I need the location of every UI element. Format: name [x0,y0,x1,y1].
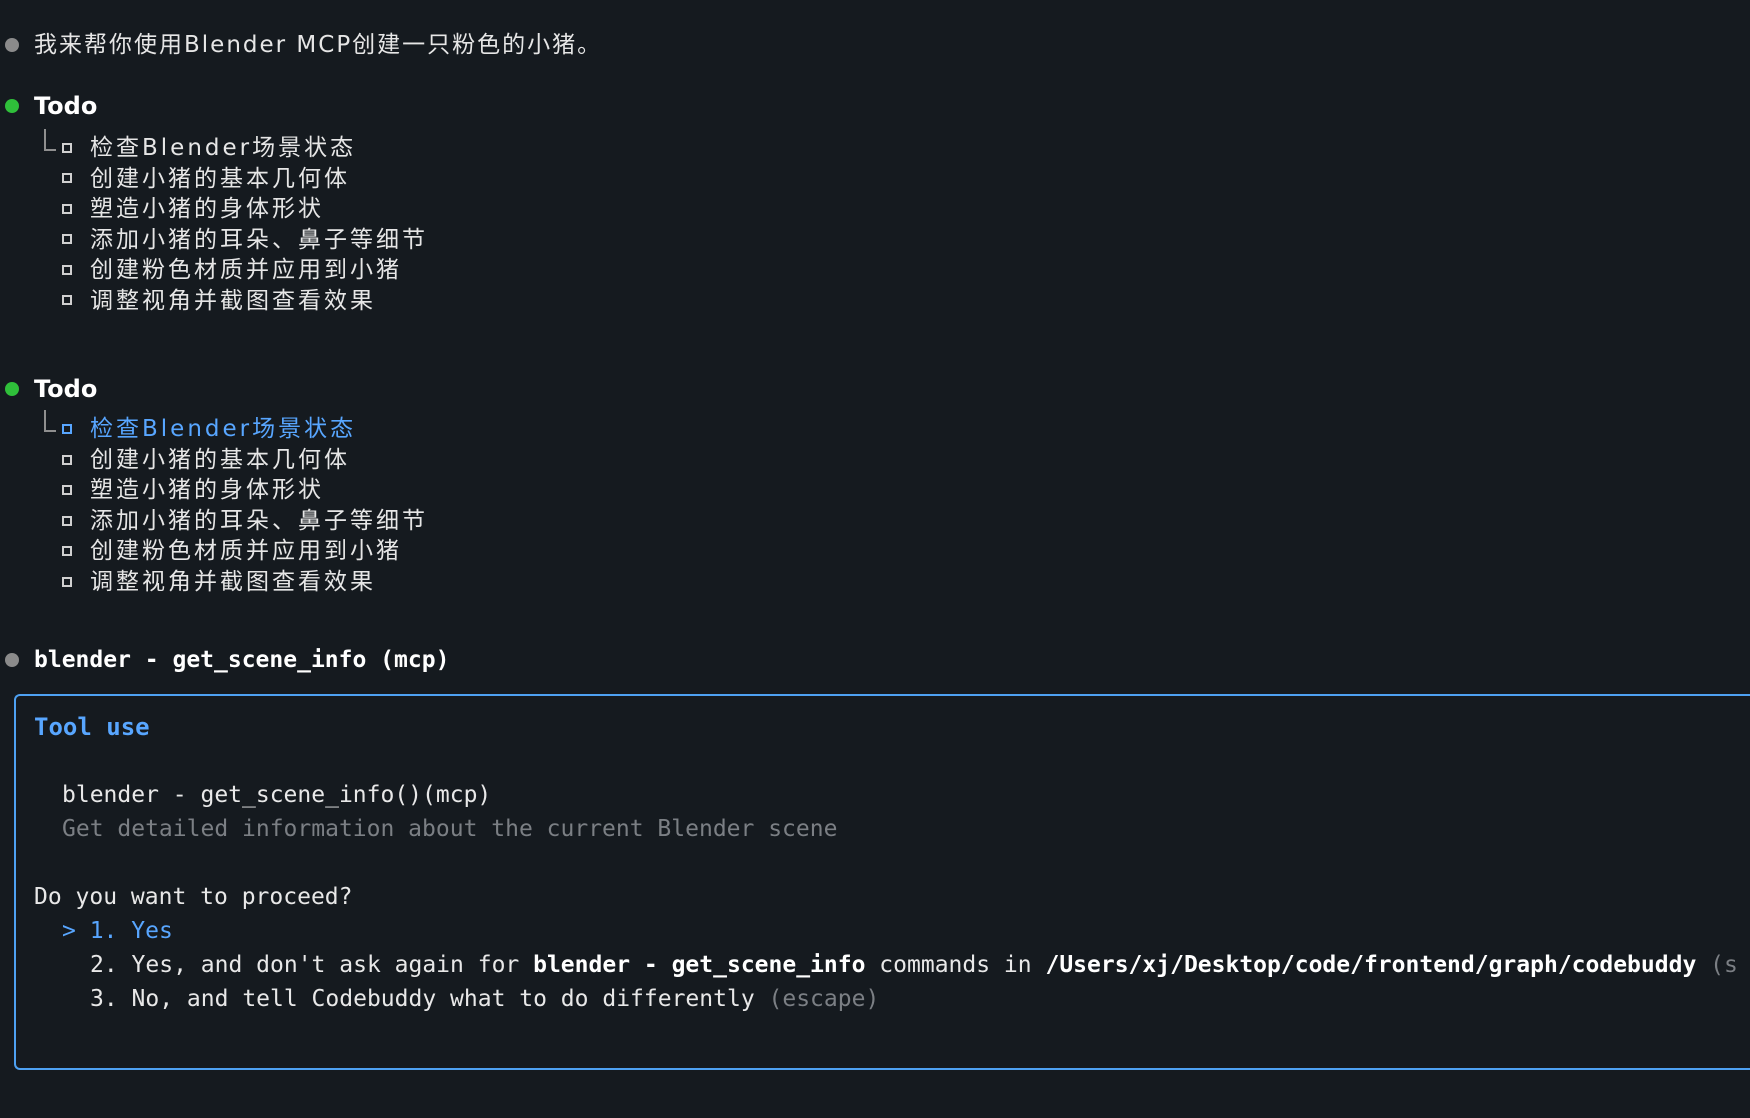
todo-item: 调整视角并截图查看效果 [90,288,376,314]
todo-item: 添加小猪的耳朵、鼻子等细节 [90,227,428,253]
todo-item-active: 检查Blender场景状态 [90,416,357,442]
checkbox-icon [62,265,72,275]
todo-item: 检查Blender场景状态 [90,135,357,161]
tool-call-title: blender - get_scene_info (mcp) [34,647,450,673]
option-selector-prefix: > 1. [62,918,132,944]
option-2-suffix: (s [1696,952,1738,978]
tree-branch-icon [44,129,56,151]
tool-command: blender - get_scene_info()(mcp) [62,782,492,808]
todo-status-icon [5,382,19,396]
option-2-prefix: 2. Yes, and don't ask again for [90,952,534,978]
checkbox-icon [62,485,72,495]
assistant-intro-message: 我来帮你使用Blender MCP创建一只粉色的小猪。 [34,32,603,58]
option-2-command: blender - get_scene_info [533,952,866,978]
todo-item: 创建粉色材质并应用到小猪 [90,538,402,564]
checkbox-icon [62,295,72,305]
option-2-middle: commands in [865,952,1046,978]
checkbox-icon [62,516,72,526]
todo-item: 创建小猪的基本几何体 [90,447,350,473]
option-2-path: /Users/xj/Desktop/code/frontend/graph/co… [1045,952,1697,978]
todo-item: 创建小猪的基本几何体 [90,166,350,192]
tool-use-title: Tool use [34,713,150,741]
checkbox-icon [62,455,72,465]
option-no-tell-codebuddy[interactable]: 3. No, and tell Codebuddy what to do dif… [90,982,879,1016]
checkbox-icon [62,204,72,214]
todo-item: 塑造小猪的身体形状 [90,196,324,222]
todo-item: 添加小猪的耳朵、鼻子等细节 [90,508,428,534]
todo-heading: Todo [34,375,98,403]
option-yes-dont-ask-again[interactable]: 2. Yes, and don't ask again for blender … [90,948,1738,982]
option-3-hint: (escape) [754,986,880,1012]
todo-item: 创建粉色材质并应用到小猪 [90,257,402,283]
tree-branch-icon [44,410,56,432]
checkbox-icon [62,143,72,153]
todo-heading: Todo [34,92,98,120]
checkbox-icon [62,546,72,556]
todo-item: 调整视角并截图查看效果 [90,569,376,595]
checkbox-active-icon [62,424,72,434]
option-yes[interactable]: > 1. Yes [62,914,173,948]
proceed-question: Do you want to proceed? [34,884,353,910]
tool-call-bullet-icon [5,653,19,667]
option-3-label: 3. No, and tell Codebuddy what to do dif… [90,986,755,1012]
checkbox-icon [62,234,72,244]
message-bullet-icon [5,38,19,52]
todo-item: 塑造小猪的身体形状 [90,477,324,503]
checkbox-icon [62,173,72,183]
checkbox-icon [62,577,72,587]
tool-description: Get detailed information about the curre… [62,816,838,842]
todo-status-icon [5,99,19,113]
option-yes-label: Yes [131,918,173,944]
